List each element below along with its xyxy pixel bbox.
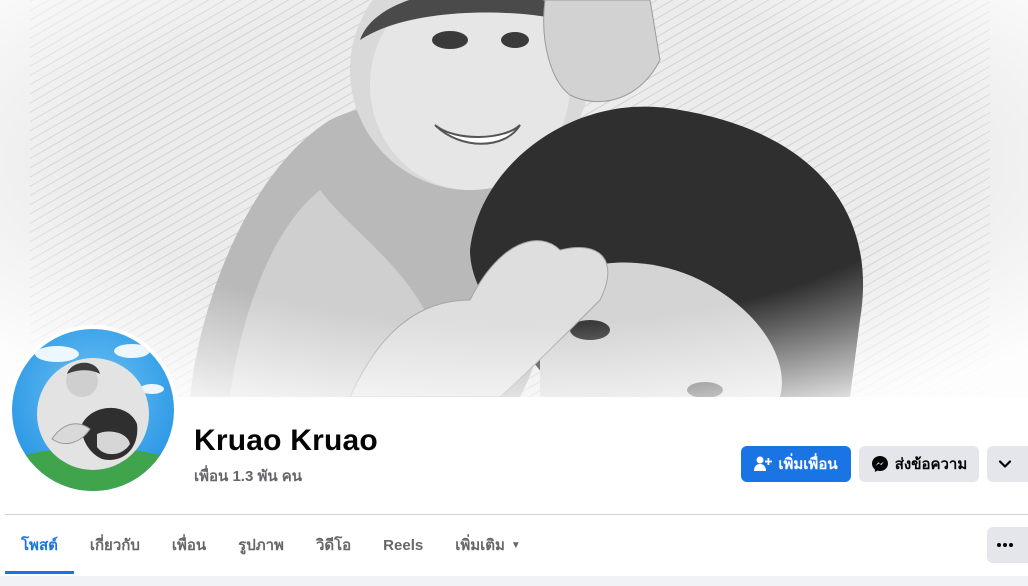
ellipsis-icon <box>996 543 1013 547</box>
tabs-more-options-button[interactable] <box>987 527 1028 563</box>
tab-posts[interactable]: โพสต์ <box>5 516 74 574</box>
profile-name: Kruao Kruao <box>194 424 378 457</box>
tab-label: เพิ่มเติม <box>455 537 505 554</box>
tab-label: เพื่อน <box>171 537 207 554</box>
avatar-illustration <box>12 344 174 491</box>
caret-down-icon: ▼ <box>510 539 521 551</box>
message-label: ส่งข้อความ <box>894 456 968 473</box>
tab-videos[interactable]: วิดีโอ <box>300 516 367 574</box>
tab-label: เกี่ยวกับ <box>89 537 140 554</box>
cover-sketch-illustration <box>0 0 1028 397</box>
tab-label: โพสต์ <box>21 537 58 554</box>
messenger-icon <box>871 456 888 472</box>
tab-label: รูปภาพ <box>238 537 284 554</box>
message-button[interactable]: ส่งข้อความ <box>859 446 979 482</box>
tab-friends[interactable]: เพื่อน <box>156 516 222 574</box>
tab-more[interactable]: เพิ่มเติม ▼ <box>439 516 537 574</box>
chevron-down-icon <box>998 460 1011 468</box>
add-friend-label: เพิ่มเพื่อน <box>778 456 838 473</box>
add-friend-button[interactable]: เพิ่มเพื่อน <box>741 446 851 482</box>
header-divider <box>5 514 1028 515</box>
tab-label: วิดีโอ <box>315 537 352 554</box>
avatar <box>12 329 174 491</box>
content-area-background <box>0 576 1028 586</box>
tab-photos[interactable]: รูปภาพ <box>222 516 300 574</box>
profile-options-button[interactable] <box>987 446 1028 482</box>
tab-about[interactable]: เกี่ยวกับ <box>74 516 156 574</box>
tab-reels[interactable]: Reels <box>367 516 439 574</box>
profile-picture[interactable] <box>8 325 178 495</box>
tab-label: Reels <box>383 536 424 554</box>
cover-photo[interactable] <box>0 0 1028 397</box>
friends-count[interactable]: เพื่อน 1.3 พัน คน <box>194 464 302 488</box>
add-friend-icon <box>754 456 773 471</box>
profile-tabs: โพสต์ เกี่ยวกับ เพื่อน รูปภาพ วิดีโอ Ree… <box>5 516 537 574</box>
